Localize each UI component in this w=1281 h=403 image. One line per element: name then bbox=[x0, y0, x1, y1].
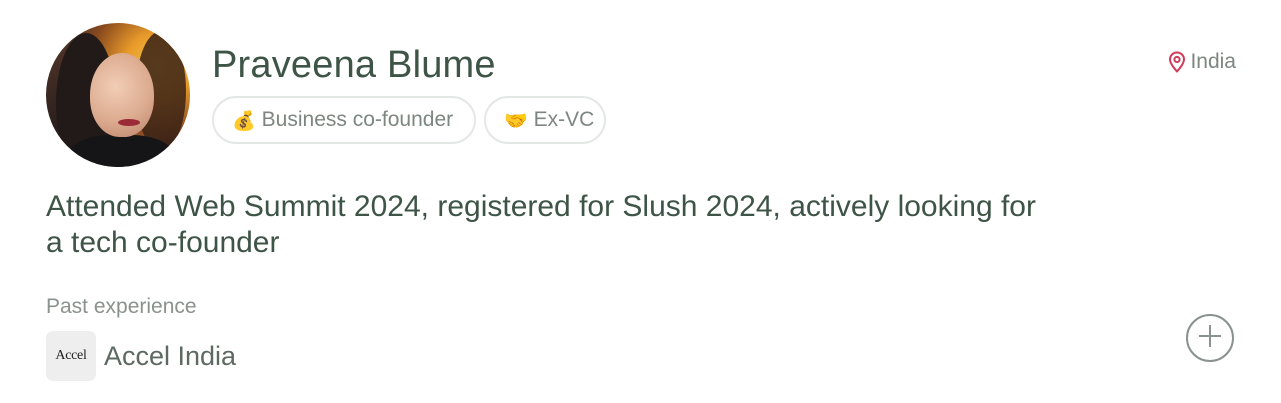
handshake-icon: 🤝 bbox=[504, 109, 528, 132]
avatar bbox=[46, 23, 190, 167]
tag-ex-vc: 🤝 Ex-VC bbox=[484, 96, 606, 144]
location: India bbox=[1168, 50, 1236, 74]
bio-text: Attended Web Summit 2024, registered for… bbox=[46, 190, 1036, 259]
money-bag-icon: 💰 bbox=[232, 109, 256, 132]
plus-circle-icon bbox=[1197, 323, 1223, 354]
company-name: Accel India bbox=[104, 340, 237, 371]
add-experience-button[interactable] bbox=[1186, 314, 1234, 362]
past-experience-heading: Past experience bbox=[46, 295, 197, 318]
company-logo-text: Accel bbox=[55, 348, 87, 363]
tag-list: 💰 Business co-founder 🤝 Ex-VC bbox=[212, 96, 606, 144]
map-pin-icon bbox=[1168, 51, 1186, 73]
experience-item: Accel Accel India bbox=[46, 331, 236, 381]
location-label: India bbox=[1190, 50, 1236, 73]
profile-card: Praveena Blume 💰 Business co-founder 🤝 E… bbox=[0, 0, 1281, 403]
tag-label: Ex-VC bbox=[533, 108, 595, 131]
tag-business-cofounder: 💰 Business co-founder bbox=[212, 96, 476, 144]
company-logo: Accel bbox=[46, 331, 96, 381]
profile-name: Praveena Blume bbox=[212, 44, 496, 86]
tag-label: Business co-founder bbox=[261, 108, 454, 131]
